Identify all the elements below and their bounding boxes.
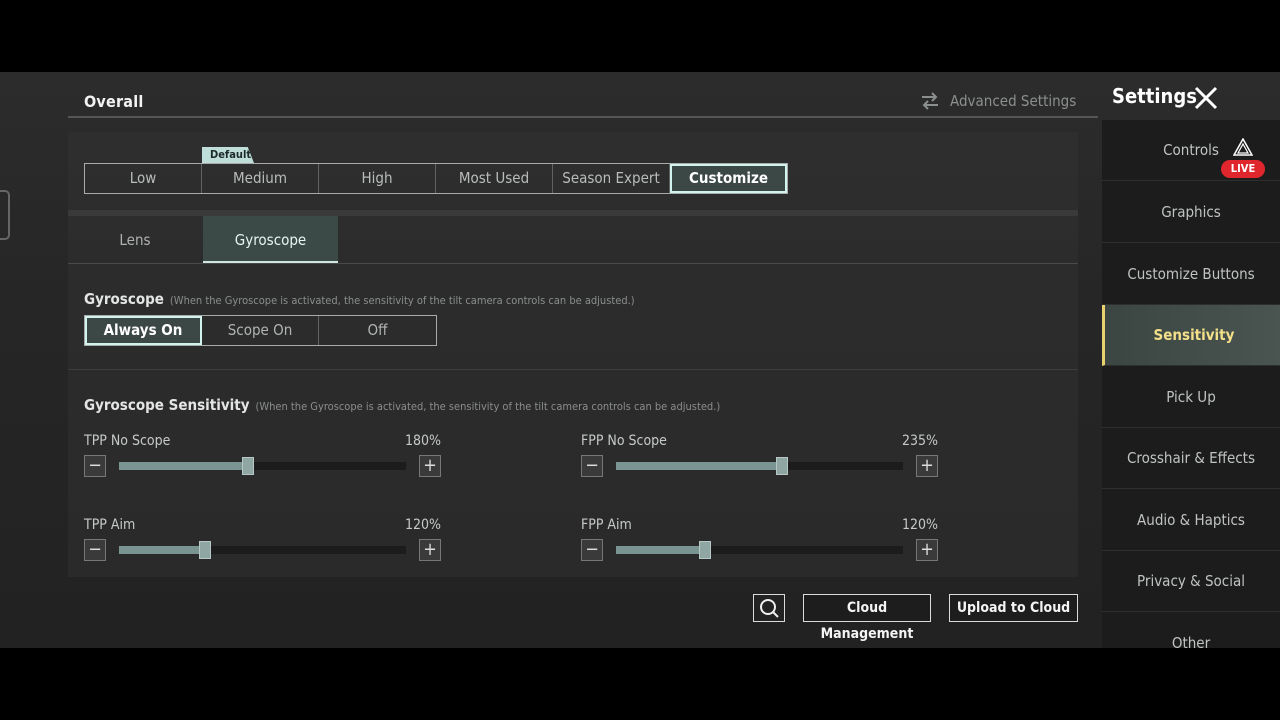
sidebar-item-privacy-social[interactable]: Privacy & Social [1102, 551, 1280, 612]
default-badge: Default [202, 147, 254, 163]
gyroscope-label: Gyroscope [84, 290, 164, 308]
gyro-mode-always-on[interactable]: Always On [85, 316, 202, 345]
close-button[interactable] [1192, 84, 1220, 112]
advanced-settings-button[interactable]: Advanced Settings [920, 92, 1076, 110]
increase-button[interactable]: + [419, 455, 441, 477]
slider-fpp-no-scope: FPP No Scope 235% − + [581, 433, 938, 493]
close-icon [1194, 86, 1218, 110]
gyro-mode-scope-on[interactable]: Scope On [202, 316, 319, 345]
slider-value: 180% [404, 433, 441, 449]
sidebar-item-pick-up[interactable]: Pick Up [1102, 367, 1280, 428]
gyroscope-heading: Gyroscope (When the Gyroscope is activate… [84, 290, 635, 308]
search-icon [760, 599, 779, 618]
sidebar-item-crosshair-effects[interactable]: Crosshair & Effects [1102, 428, 1280, 489]
live-badge: LIVE [1221, 160, 1265, 178]
sidebar-item-audio-haptics[interactable]: Audio & Haptics [1102, 490, 1280, 551]
sidebar-item-graphics[interactable]: Graphics [1102, 182, 1280, 243]
sensitivity-label: Gyroscope Sensitivity [84, 396, 250, 414]
slider-fill [119, 546, 206, 554]
header-divider [68, 116, 1098, 118]
slider-label: TPP No Scope [84, 433, 171, 449]
preset-most-used[interactable]: Most Used [436, 164, 553, 193]
gyroscope-hint: (When the Gyroscope is activated, the se… [169, 294, 635, 307]
game-settings-screen: Overall Advanced Settings Settings Defau… [0, 72, 1280, 648]
slider-tpp-no-scope: TPP No Scope 180% − + [84, 433, 441, 493]
sensitivity-subtabs: Lens Gyroscope [68, 216, 1078, 264]
preset-selector: Low Medium High Most Used Season Expert … [84, 163, 788, 194]
slider-handle[interactable] [242, 457, 255, 475]
preset-high[interactable]: High [319, 164, 436, 193]
preset-customize[interactable]: Customize [670, 164, 787, 193]
stream-logo-icon [1233, 138, 1253, 156]
increase-button[interactable]: + [916, 455, 938, 477]
tab-lens[interactable]: Lens [68, 216, 202, 262]
decrease-button[interactable]: − [581, 455, 603, 477]
sensitivity-hint: (When the Gyroscope is activated, the se… [255, 400, 721, 413]
settings-title: Settings [1112, 84, 1197, 108]
sensitivity-heading: Gyroscope Sensitivity (When the Gyroscope… [84, 396, 720, 414]
slider-handle[interactable] [698, 541, 711, 559]
slider-value: 120% [404, 517, 441, 533]
slider-fill [616, 462, 783, 470]
preset-season-expert[interactable]: Season Expert [553, 164, 670, 193]
tab-gyroscope[interactable]: Gyroscope [203, 216, 338, 263]
slider-track[interactable] [119, 457, 406, 475]
slider-label: FPP No Scope [581, 433, 667, 449]
decrease-button[interactable]: − [84, 539, 106, 561]
slider-label: FPP Aim [581, 517, 632, 533]
slider-handle[interactable] [199, 541, 212, 559]
sidebar-item-sensitivity[interactable]: Sensitivity [1102, 305, 1280, 366]
slider-fill [616, 546, 705, 554]
slider-track[interactable] [119, 541, 406, 559]
gyro-mode-off[interactable]: Off [319, 316, 436, 345]
slider-value: 235% [901, 433, 938, 449]
search-button[interactable] [753, 594, 785, 622]
slider-track[interactable] [616, 541, 903, 559]
slider-track[interactable] [616, 457, 903, 475]
increase-button[interactable]: + [419, 539, 441, 561]
advanced-settings-label: Advanced Settings [950, 92, 1077, 110]
section-title: Overall [84, 92, 144, 111]
settings-sidebar: Controls Graphics Customize Buttons Sens… [1102, 120, 1280, 648]
upload-to-cloud-button[interactable]: Upload to Cloud [949, 594, 1078, 622]
preset-low[interactable]: Low [85, 164, 202, 193]
sidebar-item-other[interactable]: Other [1102, 613, 1280, 648]
section-divider [68, 369, 1078, 370]
side-handle [0, 190, 10, 240]
sidebar-item-customize-buttons[interactable]: Customize Buttons [1102, 244, 1280, 305]
gyroscope-mode-selector: Always On Scope On Off [84, 315, 437, 346]
swap-arrows-icon [922, 92, 938, 110]
slider-handle[interactable] [776, 457, 789, 475]
main-panel [68, 132, 1078, 577]
slider-label: TPP Aim [84, 517, 136, 533]
slider-tpp-aim: TPP Aim 120% − + [84, 517, 441, 577]
slider-value: 120% [901, 517, 938, 533]
decrease-button[interactable]: − [84, 455, 106, 477]
slider-fill [119, 462, 249, 470]
preset-medium[interactable]: Medium [202, 164, 319, 193]
increase-button[interactable]: + [916, 539, 938, 561]
decrease-button[interactable]: − [581, 539, 603, 561]
cloud-management-button[interactable]: Cloud Management [803, 594, 931, 642]
slider-fpp-aim: FPP Aim 120% − + [581, 517, 938, 577]
